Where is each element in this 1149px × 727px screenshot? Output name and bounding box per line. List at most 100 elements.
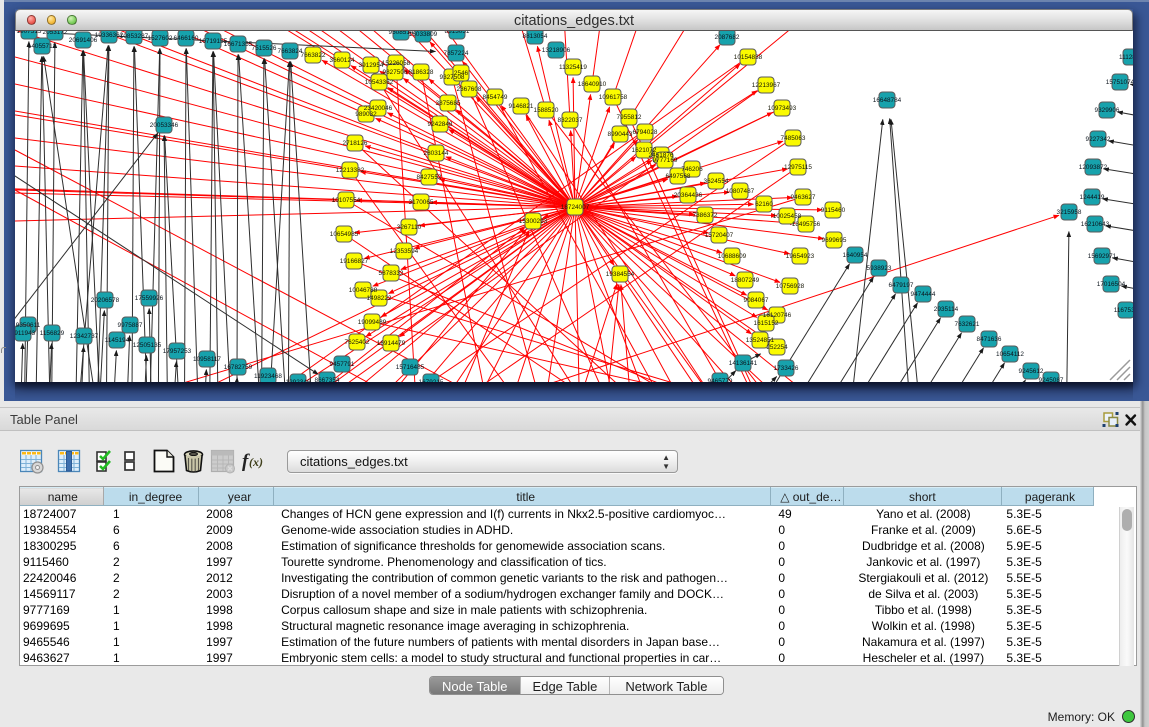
- svg-text:7625402: 7625402: [345, 339, 370, 346]
- svg-text:12342737: 12342737: [70, 333, 99, 340]
- svg-text:3660124: 3660124: [330, 57, 355, 64]
- svg-text:1907513: 1907513: [17, 31, 42, 35]
- svg-text:20364436: 20364436: [674, 192, 703, 199]
- svg-text:12353594: 12353594: [390, 248, 419, 255]
- svg-text:17016504: 17016504: [1097, 281, 1126, 288]
- svg-text:9115460: 9115460: [821, 207, 846, 214]
- svg-text:7515526: 7515526: [252, 45, 277, 52]
- svg-text:1498222: 1498222: [367, 295, 392, 302]
- svg-text:1588520: 1588520: [534, 107, 559, 114]
- svg-text:15226058: 15226058: [382, 60, 411, 67]
- svg-text:14055712: 14055712: [28, 43, 57, 50]
- svg-text:1244419: 1244419: [1080, 194, 1105, 201]
- svg-text:16782759: 16782759: [224, 364, 253, 371]
- svg-text:10107554: 10107554: [332, 197, 361, 204]
- svg-text:1156829: 1156829: [40, 330, 65, 337]
- svg-text:15751074: 15751074: [1106, 79, 1133, 86]
- svg-text:9329906: 9329906: [1095, 107, 1120, 114]
- svg-text:8471636: 8471636: [977, 336, 1002, 343]
- svg-text:9699695: 9699695: [822, 237, 847, 244]
- svg-text:8186328: 8186328: [409, 69, 434, 76]
- svg-text:9227342: 9227342: [1086, 136, 1111, 143]
- svg-text:10025458: 10025458: [773, 213, 802, 220]
- svg-text:18495756: 18495756: [792, 221, 821, 228]
- svg-text:12213967: 12213967: [752, 82, 781, 89]
- svg-text:12093872: 12093872: [1079, 164, 1108, 171]
- svg-text:16033809: 16033809: [409, 31, 438, 38]
- svg-text:2803144: 2803144: [424, 150, 449, 157]
- svg-text:1615152: 1615152: [754, 320, 779, 327]
- svg-text:6466160: 6466160: [174, 35, 199, 42]
- svg-text:8454749: 8454749: [483, 94, 508, 101]
- svg-text:11325419: 11325419: [559, 64, 587, 71]
- svg-text:7857224: 7857224: [444, 50, 469, 57]
- svg-text:8813051: 8813051: [445, 31, 470, 35]
- svg-text:8427552: 8427552: [417, 174, 442, 181]
- svg-text:252254: 252254: [766, 344, 788, 351]
- svg-text:2546: 2546: [454, 70, 469, 77]
- svg-text:746206: 746206: [681, 166, 703, 173]
- svg-text:20053346: 20053346: [150, 122, 179, 129]
- svg-text:1527602: 1527602: [148, 35, 173, 42]
- svg-text:16120746: 16120746: [763, 312, 792, 319]
- svg-text:2087682: 2087682: [715, 34, 740, 41]
- svg-text:9474444: 9474444: [911, 291, 936, 298]
- svg-text:9457791: 9457791: [330, 361, 355, 368]
- svg-text:3624554: 3624554: [704, 178, 729, 185]
- svg-text:10807487: 10807487: [726, 188, 755, 195]
- svg-text:18640910: 18640910: [578, 81, 607, 88]
- svg-text:2935114: 2935114: [934, 306, 959, 313]
- svg-text:2053172: 2053172: [43, 31, 68, 36]
- svg-text:9827506: 9827506: [383, 69, 408, 76]
- svg-text:3912954: 3912954: [359, 62, 384, 69]
- svg-text:19654923: 19654923: [786, 253, 815, 260]
- svg-text:989032: 989032: [355, 111, 377, 118]
- svg-text:3215958: 3215958: [1057, 209, 1082, 216]
- svg-text:7485063: 7485063: [781, 135, 806, 142]
- svg-text:23420046: 23420046: [364, 105, 393, 112]
- svg-text:1112873: 1112873: [1119, 54, 1133, 61]
- svg-text:8813054: 8813054: [523, 33, 548, 40]
- svg-text:8990443: 8990443: [608, 131, 633, 138]
- svg-text:7632621: 7632621: [955, 321, 980, 328]
- svg-text:10961758: 10961758: [599, 94, 628, 101]
- svg-text:9350611: 9350611: [16, 322, 41, 329]
- svg-text:9084067: 9084067: [744, 297, 769, 304]
- svg-text:16671355: 16671355: [224, 41, 253, 48]
- svg-text:3267110: 3267110: [397, 224, 422, 231]
- svg-text:1167531: 1167531: [1114, 307, 1133, 314]
- svg-text:20206578: 20206578: [91, 297, 120, 304]
- svg-text:16210643: 16210643: [1081, 221, 1110, 228]
- svg-text:9777169: 9777169: [653, 157, 678, 164]
- svg-text:7955812: 7955812: [617, 114, 642, 121]
- svg-text:12975115: 12975115: [784, 164, 812, 171]
- svg-text:9146821: 9146821: [509, 103, 534, 110]
- svg-text:10154838: 10154838: [734, 54, 763, 61]
- svg-text:10958117: 10958117: [193, 356, 221, 363]
- svg-text:12213382: 12213382: [336, 167, 365, 174]
- svg-text:10654985: 10654985: [330, 231, 359, 238]
- svg-text:62160: 62160: [755, 201, 773, 208]
- svg-text:10543362: 10543362: [365, 79, 394, 86]
- svg-text:6497568: 6497568: [666, 173, 691, 180]
- svg-text:8322037: 8322037: [558, 117, 583, 124]
- svg-text:17957253: 17957253: [163, 348, 192, 355]
- svg-text:3170065: 3170065: [409, 199, 434, 206]
- svg-text:10654112: 10654112: [996, 351, 1024, 358]
- svg-text:12505135: 12505135: [133, 342, 162, 349]
- svg-text:7663822: 7663822: [301, 52, 326, 59]
- svg-text:20691406: 20691406: [69, 37, 98, 44]
- svg-text:15300293: 15300293: [519, 218, 548, 225]
- svg-text:19384554: 19384554: [606, 271, 635, 278]
- svg-text:19099489: 19099489: [358, 319, 387, 326]
- svg-text:(x): (x): [249, 455, 263, 469]
- svg-text:2367608: 2367608: [457, 86, 482, 93]
- svg-text:15716485: 15716485: [396, 364, 425, 371]
- svg-text:13218906: 13218906: [542, 47, 571, 54]
- svg-text:15720407: 15720407: [705, 232, 734, 239]
- svg-text:15692971: 15692971: [1088, 253, 1117, 260]
- svg-text:18724007: 18724007: [561, 204, 590, 211]
- svg-text:1145194: 1145194: [105, 337, 130, 344]
- svg-text:9463627: 9463627: [791, 194, 816, 201]
- svg-text:16914479: 16914479: [377, 340, 406, 347]
